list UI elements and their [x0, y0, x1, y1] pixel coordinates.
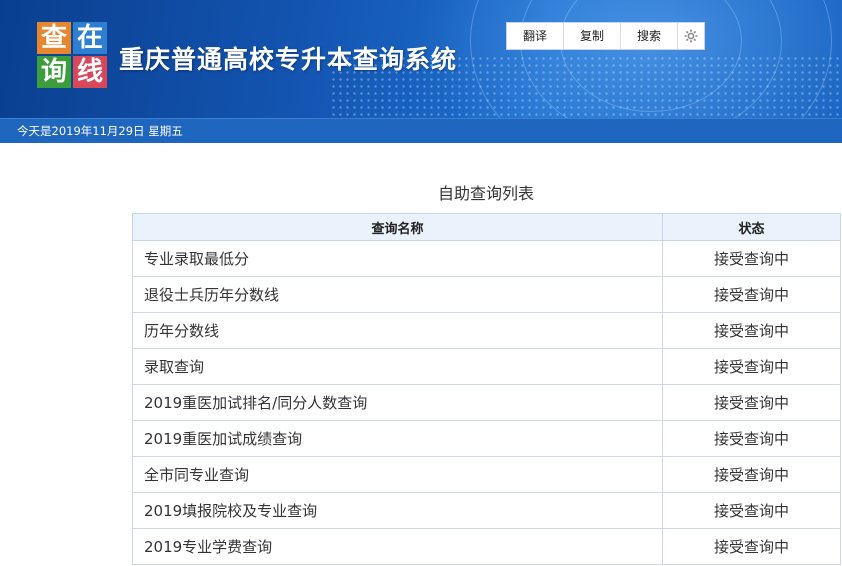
site-logo: 查 在 询 线	[37, 22, 107, 88]
table-row[interactable]: 2019重医加试成绩查询 接受查询中	[132, 420, 841, 457]
column-header-status: 状态	[662, 213, 841, 241]
status-cell: 接受查询中	[662, 312, 841, 349]
logo-char-3: 询	[37, 56, 71, 88]
site-title: 重庆普通高校专升本查询系统	[119, 45, 458, 74]
table-row[interactable]: 2019专业学费查询 接受查询中	[132, 528, 841, 565]
status-cell: 接受查询中	[662, 240, 841, 277]
page-toolbar: 翻译 复制 搜索	[506, 22, 705, 50]
search-button[interactable]: 搜索	[621, 23, 678, 49]
logo-char-1: 查	[37, 22, 71, 54]
logo-char-2: 在	[73, 22, 107, 54]
query-link[interactable]: 2019重医加试排名/同分人数查询	[144, 394, 367, 412]
query-link[interactable]: 2019专业学费查询	[144, 538, 272, 556]
query-link[interactable]: 2019填报院校及专业查询	[144, 502, 317, 520]
query-link[interactable]: 全市同专业查询	[144, 466, 249, 484]
page-title: 自助查询列表	[437, 184, 534, 203]
translate-button[interactable]: 翻译	[507, 23, 564, 49]
current-date: 今天是2019年11月29日 星期五	[17, 124, 183, 138]
query-link[interactable]: 历年分数线	[144, 322, 219, 340]
query-link[interactable]: 2019重医加试成绩查询	[144, 430, 302, 448]
query-link[interactable]: 退役士兵历年分数线	[144, 286, 279, 304]
status-cell: 接受查询中	[662, 456, 841, 493]
status-cell: 接受查询中	[662, 384, 841, 421]
gear-icon[interactable]	[678, 23, 704, 49]
column-header-name: 查询名称	[132, 213, 663, 241]
logo-char-4: 线	[73, 56, 107, 88]
table-row[interactable]: 2019填报院校及专业查询 接受查询中	[132, 492, 841, 529]
table-row[interactable]: 专业录取最低分 接受查询中	[132, 240, 841, 277]
status-cell: 接受查询中	[662, 348, 841, 385]
table-header-row: 查询名称 状态	[132, 213, 841, 241]
date-bar: 今天是2019年11月29日 星期五	[0, 118, 842, 143]
status-cell: 接受查询中	[662, 492, 841, 529]
query-link[interactable]: 录取查询	[144, 358, 204, 376]
table-row[interactable]: 录取查询 接受查询中	[132, 348, 841, 385]
status-cell: 接受查询中	[662, 528, 841, 565]
table-row[interactable]: 全市同专业查询 接受查询中	[132, 456, 841, 493]
table-row[interactable]: 历年分数线 接受查询中	[132, 312, 841, 349]
table-row[interactable]: 退役士兵历年分数线 接受查询中	[132, 276, 841, 313]
table-row[interactable]: 2019重医加试排名/同分人数查询 接受查询中	[132, 384, 841, 421]
header-banner: 查 在 询 线 重庆普通高校专升本查询系统	[0, 0, 842, 118]
query-table: 查询名称 状态 专业录取最低分 接受查询中 退役士兵历年分数线 接受查询中 历年…	[132, 213, 841, 565]
status-cell: 接受查询中	[662, 276, 841, 313]
query-link[interactable]: 专业录取最低分	[144, 250, 249, 268]
status-cell: 接受查询中	[662, 420, 841, 457]
copy-button[interactable]: 复制	[564, 23, 621, 49]
